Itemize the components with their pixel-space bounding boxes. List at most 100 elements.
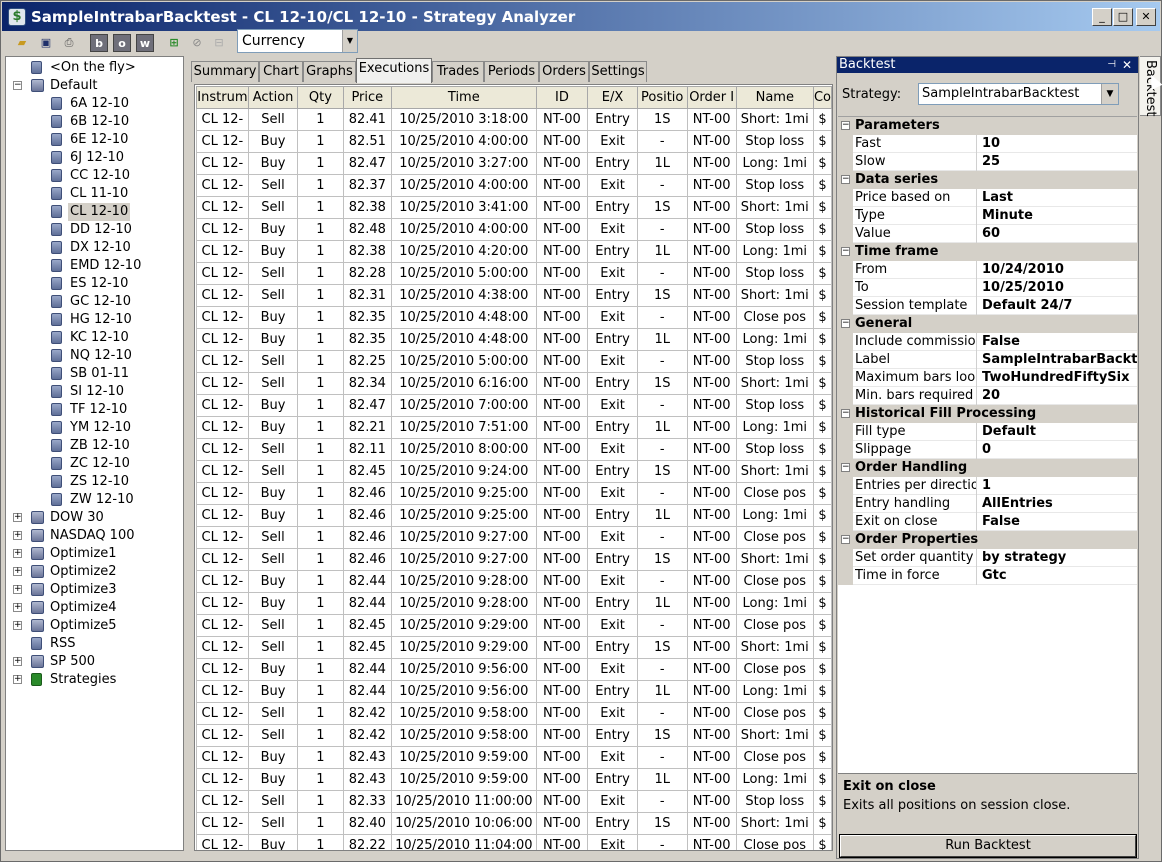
run-backtest-button[interactable]: Run Backtest: [839, 834, 1137, 858]
save-icon[interactable]: ▣: [37, 34, 55, 52]
strategy-select[interactable]: SampleIntrabarBacktest ▼: [918, 83, 1119, 105]
chevron-down-icon[interactable]: ▼: [342, 30, 357, 52]
add-icon[interactable]: ⊞: [165, 34, 183, 52]
property-value[interactable]: False: [982, 513, 1137, 531]
table-row[interactable]: CL 12- Buy 1 82.43 10/25/2010 9:59:00 NT-00 En…: [196, 768, 832, 791]
table-row[interactable]: CL 12- Sell 1 82.11 10/25/2010 8:00:00 NT-00 E…: [196, 438, 832, 461]
expand-icon[interactable]: +: [13, 621, 22, 630]
property-value[interactable]: by strategy: [982, 549, 1137, 567]
collapse-icon[interactable]: −: [841, 463, 850, 472]
tab-periods[interactable]: Periods: [484, 61, 539, 82]
collapse-icon[interactable]: −: [841, 319, 850, 328]
column-header[interactable]: Time: [391, 86, 537, 109]
table-row[interactable]: CL 12- Sell 1 82.34 10/25/2010 6:16:00 NT-00 E…: [196, 372, 832, 395]
property-row[interactable]: Label SampleIntrabarBackte: [838, 351, 1137, 369]
o-icon[interactable]: o: [113, 34, 131, 52]
property-value[interactable]: Last: [982, 189, 1137, 207]
property-row[interactable]: Price based on Last: [838, 189, 1137, 207]
expand-icon[interactable]: +: [13, 531, 22, 540]
property-value[interactable]: 10/25/2010: [982, 279, 1137, 297]
property-row[interactable]: Time in force Gtc: [838, 567, 1137, 585]
b-icon[interactable]: b: [90, 34, 108, 52]
property-value[interactable]: 10/24/2010: [982, 261, 1137, 279]
property-row[interactable]: To 10/25/2010: [838, 279, 1137, 297]
collapse-icon[interactable]: −: [841, 247, 850, 256]
currency-select[interactable]: Currency ▼: [237, 29, 358, 53]
property-value[interactable]: Gtc: [982, 567, 1137, 585]
property-row[interactable]: Exit on close False: [838, 513, 1137, 531]
column-header[interactable]: Order I: [686, 86, 737, 109]
collapse-icon[interactable]: −: [13, 81, 22, 90]
tab-executions[interactable]: Executions: [356, 58, 432, 83]
tab-graphs[interactable]: Graphs: [303, 61, 356, 82]
property-row[interactable]: Fast 10: [838, 135, 1137, 153]
table-row[interactable]: CL 12- Buy 1 82.22 10/25/2010 11:04:00 NT-00 E…: [196, 834, 832, 850]
property-row[interactable]: Value 60: [838, 225, 1137, 243]
property-category[interactable]: − Historical Fill Processing: [838, 405, 1137, 423]
property-row[interactable]: Set order quantity by strategy: [838, 549, 1137, 567]
table-row[interactable]: CL 12- Sell 1 82.38 10/25/2010 3:41:00 NT-00 E…: [196, 196, 832, 219]
expand-icon[interactable]: +: [13, 675, 22, 684]
table-row[interactable]: CL 12- Buy 1 82.21 10/25/2010 7:51:00 NT-00 En…: [196, 416, 832, 439]
property-category[interactable]: − Order Handling: [838, 459, 1137, 477]
property-row[interactable]: Maximum bars look b TwoHundredFiftySix: [838, 369, 1137, 387]
table-row[interactable]: CL 12- Sell 1 82.45 10/25/2010 9:29:00 NT-00 E…: [196, 614, 832, 637]
property-value[interactable]: 20: [982, 387, 1137, 405]
property-row[interactable]: Min. bars required 20: [838, 387, 1137, 405]
property-grid[interactable]: − Parameters Fast 10 Slow 25− Data series Price…: [838, 116, 1137, 828]
expand-icon[interactable]: +: [13, 549, 22, 558]
column-header[interactable]: Positio: [636, 86, 688, 109]
collapse-icon[interactable]: −: [841, 121, 850, 130]
executions-grid[interactable]: Instrum Action Qty Price Time ID E/X Positio Ord…: [194, 84, 833, 851]
panel-close-icon[interactable]: ✕: [1122, 57, 1132, 73]
property-row[interactable]: Entry handling AllEntries: [838, 495, 1137, 513]
table-row[interactable]: CL 12- Sell 1 82.45 10/25/2010 9:24:00 NT-00 E…: [196, 460, 832, 483]
tab-trades[interactable]: Trades: [432, 61, 484, 82]
w-icon[interactable]: w: [136, 34, 154, 52]
property-value[interactable]: TwoHundredFiftySix: [982, 369, 1137, 387]
table-row[interactable]: CL 12- Buy 1 82.43 10/25/2010 9:59:00 NT-00 Ex…: [196, 746, 832, 769]
collapse-icon[interactable]: −: [841, 409, 850, 418]
property-value[interactable]: AllEntries: [982, 495, 1137, 513]
property-value[interactable]: 0: [982, 441, 1137, 459]
table-row[interactable]: CL 12- Buy 1 82.44 10/25/2010 9:28:00 NT-00 En…: [196, 592, 832, 615]
expand-icon[interactable]: +: [13, 603, 22, 612]
chevron-down-icon[interactable]: ▼: [1101, 84, 1118, 104]
table-row[interactable]: CL 12- Buy 1 82.46 10/25/2010 9:25:00 NT-00 En…: [196, 504, 832, 527]
table-row[interactable]: CL 12- Buy 1 82.47 10/25/2010 7:00:00 NT-00 Ex…: [196, 394, 832, 417]
expand-icon[interactable]: +: [13, 513, 22, 522]
minimize-button[interactable]: _: [1092, 8, 1112, 26]
close-button[interactable]: ✕: [1136, 8, 1156, 26]
title-bar[interactable]: $ SampleIntrabarBacktest - CL 12-10/CL 1…: [2, 2, 1160, 31]
property-category[interactable]: − Parameters: [838, 117, 1137, 135]
expand-icon[interactable]: +: [13, 585, 22, 594]
property-row[interactable]: Entries per direction 1: [838, 477, 1137, 495]
property-row[interactable]: Slippage 0: [838, 441, 1137, 459]
column-header[interactable]: Qty: [297, 86, 344, 109]
property-value[interactable]: 60: [982, 225, 1137, 243]
column-header[interactable]: E/X: [587, 86, 638, 109]
table-row[interactable]: CL 12- Sell 1 82.45 10/25/2010 9:29:00 NT-00 E…: [196, 636, 832, 659]
property-category[interactable]: − Data series: [838, 171, 1137, 189]
table-row[interactable]: CL 12- Buy 1 82.35 10/25/2010 4:48:00 NT-00 En…: [196, 328, 832, 351]
property-row[interactable]: From 10/24/2010: [838, 261, 1137, 279]
collapse-icon[interactable]: −: [841, 175, 850, 184]
table-row[interactable]: CL 12- Sell 1 82.42 10/25/2010 9:58:00 NT-00 E…: [196, 702, 832, 725]
column-header[interactable]: Instrum: [196, 86, 249, 109]
table-row[interactable]: CL 12- Sell 1 82.28 10/25/2010 5:00:00 NT-00 E…: [196, 262, 832, 285]
tab-orders[interactable]: Orders: [539, 61, 589, 82]
table-row[interactable]: CL 12- Buy 1 82.44 10/25/2010 9:28:00 NT-00 Ex…: [196, 570, 832, 593]
remove-icon[interactable]: ⊟: [210, 34, 228, 52]
table-row[interactable]: CL 12- Sell 1 82.46 10/25/2010 9:27:00 NT-00 E…: [196, 526, 832, 549]
table-row[interactable]: CL 12- Sell 1 82.37 10/25/2010 4:00:00 NT-00 E…: [196, 174, 832, 197]
tab-settings[interactable]: Settings: [589, 61, 647, 82]
table-row[interactable]: CL 12- Sell 1 82.42 10/25/2010 9:58:00 NT-00 E…: [196, 724, 832, 747]
table-row[interactable]: CL 12- Buy 1 82.38 10/25/2010 4:20:00 NT-00 En…: [196, 240, 832, 263]
table-row[interactable]: CL 12- Buy 1 82.51 10/25/2010 4:00:00 NT-00 Ex…: [196, 130, 832, 153]
property-category[interactable]: − Order Properties: [838, 531, 1137, 549]
maximize-button[interactable]: □: [1113, 8, 1133, 26]
expand-icon[interactable]: +: [13, 657, 22, 666]
property-row[interactable]: Session template Default 24/7: [838, 297, 1137, 315]
table-row[interactable]: CL 12- Buy 1 82.47 10/25/2010 3:27:00 NT-00 En…: [196, 152, 832, 175]
tab-chart[interactable]: Chart: [259, 61, 303, 82]
